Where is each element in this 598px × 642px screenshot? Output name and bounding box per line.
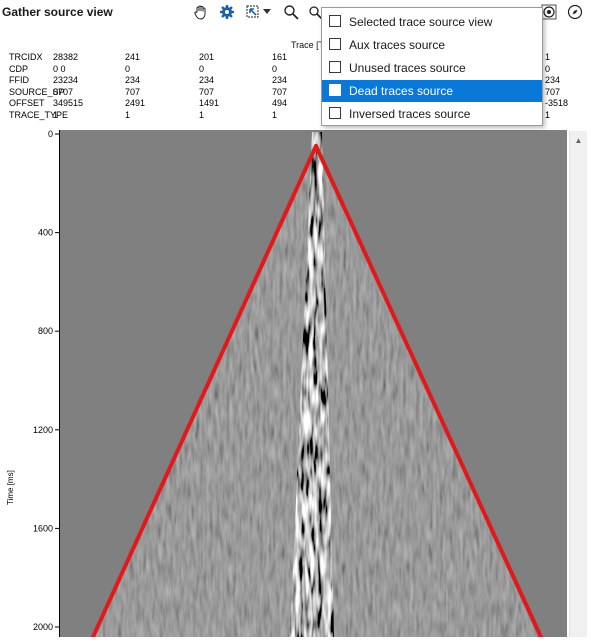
header-cell: 707 (199, 86, 215, 97)
compass-icon[interactable] (566, 3, 584, 21)
header-cell: 0 (272, 63, 278, 74)
y-tick-label: 1200 (33, 425, 53, 435)
seismic-gather-plot[interactable]: 0 400 800 1200 1600 2000 (0, 122, 598, 637)
header-row-label: OFFSET (9, 98, 45, 109)
header-cell: 234 (545, 75, 561, 86)
header-cell: 0 0 (53, 63, 66, 74)
header-cell: 0 (125, 63, 131, 74)
header-cell: 234 (199, 75, 215, 86)
scroll-up-icon[interactable]: ▲ (570, 133, 587, 147)
menu-item-dead-traces-source[interactable]: Dead traces source (322, 80, 542, 102)
header-cell: 234 (125, 75, 141, 86)
header-cell: 1 (545, 52, 551, 62)
y-tick-label: 1600 (33, 523, 53, 533)
menu-item-label: Inversed traces source (349, 107, 471, 121)
header-row-label: TRACE_TYPE (9, 110, 69, 120)
header-cell: 234 (272, 75, 288, 86)
header-cell: 494 (272, 98, 288, 109)
menu-item-aux-traces-source[interactable]: Aux traces source (322, 34, 542, 56)
zoom-select-icon[interactable] (244, 3, 262, 21)
menu-item-label: Aux traces source (349, 38, 446, 52)
menu-item-label: Dead traces source (349, 84, 454, 98)
menu-item-label: Selected trace source view (349, 15, 493, 29)
menu-checkbox[interactable] (329, 38, 341, 50)
header-cell: 23234 (53, 75, 79, 86)
y-tick-label: 800 (38, 326, 53, 336)
header-cell: 1491 (199, 98, 220, 109)
y-tick-label: 400 (38, 228, 53, 238)
menu-item-inversed-traces-source[interactable]: Inversed traces source (322, 103, 542, 125)
header-row-label: TRCIDX (9, 52, 43, 62)
header-cell: 1 (125, 110, 131, 120)
header-cell: 28382 (53, 52, 79, 62)
trace-source-menu: Selected trace source view Aux traces sou… (321, 7, 543, 126)
y-tick-label: 0 (48, 129, 53, 139)
menu-checkbox[interactable] (329, 15, 341, 27)
menu-checkbox[interactable] (329, 107, 341, 119)
view-title: Gather source view (2, 5, 113, 19)
menu-item-label: Unused traces source (349, 61, 466, 75)
header-cell: 2491 (125, 98, 146, 109)
header-cell: 1 (53, 110, 59, 120)
header-cell: 161 (272, 52, 288, 62)
header-cell: 1 (199, 110, 205, 120)
seismic-plot-area[interactable]: 0 400 800 1200 1600 2000 (0, 122, 598, 637)
header-cell: 707 (272, 86, 288, 97)
menu-checkbox[interactable] (329, 84, 341, 96)
header-row-label: FFID (9, 75, 29, 86)
y-tick-label: 2000 (33, 622, 53, 632)
header-cell: 707 (545, 86, 561, 97)
header-cell: 1 (272, 110, 278, 120)
y-axis-label: Time [ms] (6, 470, 15, 505)
menu-item-unused-traces-source[interactable]: Unused traces source (322, 57, 542, 79)
header-row-label: CDP (9, 63, 29, 74)
header-cell: 707 (125, 86, 141, 97)
header-cell: 0707 (53, 86, 74, 97)
menu-item-selected-trace-source-view[interactable]: Selected trace source view (322, 11, 542, 33)
dropdown-arrow-icon[interactable] (262, 3, 272, 21)
header-cell: 241 (125, 52, 141, 62)
vertical-scrollbar[interactable]: ▲ (569, 131, 587, 637)
pan-hand-icon[interactable] (192, 3, 210, 21)
trace-header-caption: Trace [T (291, 40, 325, 50)
menu-checkbox[interactable] (329, 61, 341, 73)
header-cell: 0 (545, 63, 551, 74)
header-cell: -3518 (545, 98, 569, 109)
magnifier-icon[interactable] (282, 3, 300, 21)
header-cell: 349515 (53, 98, 84, 109)
header-cell: 0 (199, 63, 205, 74)
header-cell: 1 (545, 110, 551, 120)
header-cell: 201 (199, 52, 215, 62)
settings-gear-icon[interactable] (218, 3, 236, 21)
